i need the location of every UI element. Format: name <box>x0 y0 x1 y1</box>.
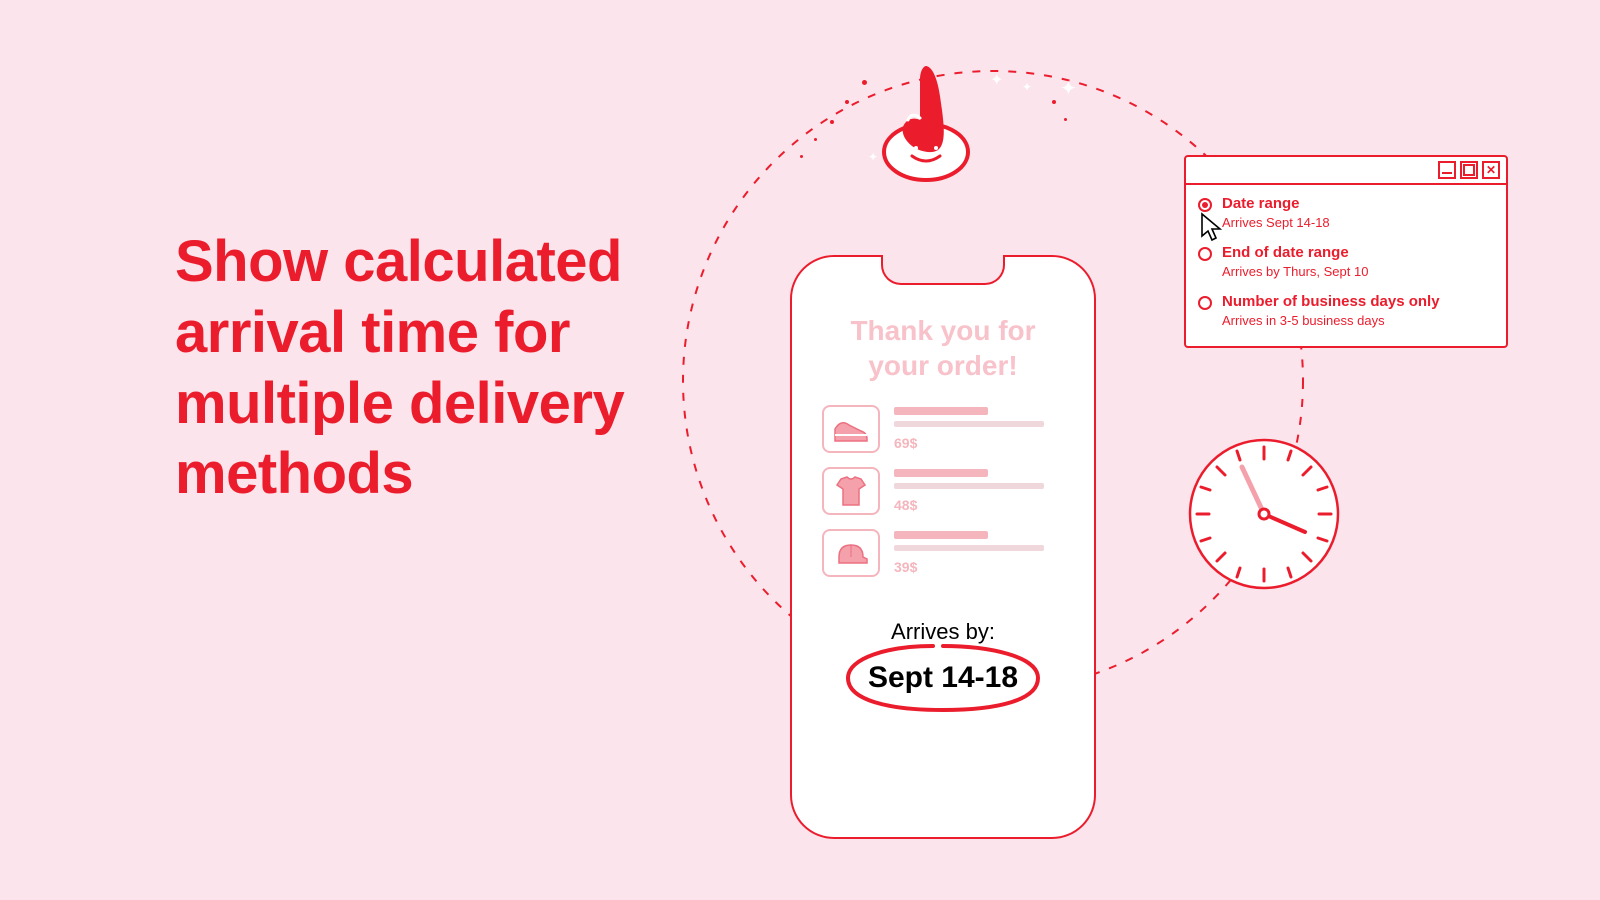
option-title: End of date range <box>1222 244 1368 262</box>
cursor-icon <box>1200 212 1222 242</box>
brand-logo-icon <box>880 62 972 187</box>
option-business-days[interactable]: Number of business days only Arrives in … <box>1198 293 1494 328</box>
maximize-icon[interactable] <box>1460 161 1478 179</box>
thank-you-heading: Thank you for your order! <box>822 313 1064 383</box>
arrival-date: Sept 14-18 <box>822 661 1064 695</box>
delivery-options-window: Date range Arrives Sept 14-18 End of dat… <box>1184 155 1508 348</box>
order-item: 69$ <box>822 405 1064 453</box>
radio-icon <box>1198 296 1212 310</box>
item-price: 39$ <box>894 559 1064 575</box>
close-icon[interactable] <box>1482 161 1500 179</box>
window-titlebar <box>1186 157 1506 185</box>
tshirt-icon <box>822 467 880 515</box>
option-title: Number of business days only <box>1222 293 1440 311</box>
option-title: Date range <box>1222 195 1330 213</box>
order-item: 39$ <box>822 529 1064 577</box>
order-items-list: 69$ 48$ 39$ <box>822 405 1064 577</box>
radio-icon <box>1198 198 1212 212</box>
option-subtitle: Arrives in 3-5 business days <box>1222 313 1440 328</box>
minimize-icon[interactable] <box>1438 161 1456 179</box>
option-end-of-range[interactable]: End of date range Arrives by Thurs, Sept… <box>1198 244 1494 279</box>
clock-icon <box>1187 437 1341 591</box>
option-subtitle: Arrives by Thurs, Sept 10 <box>1222 264 1368 279</box>
cap-icon <box>822 529 880 577</box>
headline: Show calculated arrival time for multipl… <box>175 227 675 510</box>
radio-icon <box>1198 247 1212 261</box>
option-date-range[interactable]: Date range Arrives Sept 14-18 <box>1198 195 1494 230</box>
shoe-icon <box>822 405 880 453</box>
option-subtitle: Arrives Sept 14-18 <box>1222 215 1330 230</box>
item-price: 69$ <box>894 435 1064 451</box>
phone-mockup: Thank you for your order! 69$ 48$ <box>790 255 1096 839</box>
item-price: 48$ <box>894 497 1064 513</box>
order-item: 48$ <box>822 467 1064 515</box>
